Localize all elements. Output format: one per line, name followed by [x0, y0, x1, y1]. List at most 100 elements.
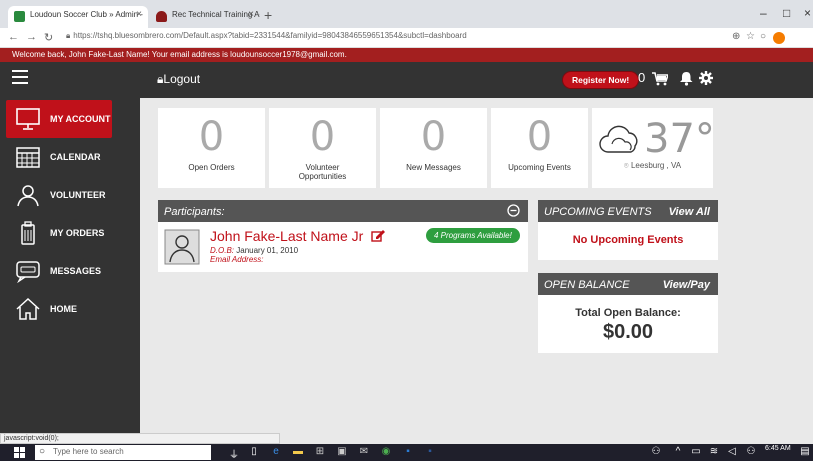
gear-icon[interactable]: [699, 71, 713, 85]
upcoming-events-title: UPCOMING EVENTS: [544, 206, 652, 218]
view-all-link[interactable]: View All: [669, 206, 710, 218]
forward-arrow-icon[interactable]: →: [26, 31, 37, 43]
participant-name[interactable]: John Fake-Last Name Jr: [210, 228, 386, 244]
action-center-icon[interactable]: ▤: [799, 446, 811, 458]
app-grid-icon[interactable]: ⊞: [314, 446, 326, 458]
chrome-icon[interactable]: ◉: [380, 446, 392, 458]
stat-value: 0: [420, 114, 447, 160]
edit-pencil-icon[interactable]: [371, 229, 386, 242]
upcoming-events-header: UPCOMING EVENTS View All: [538, 200, 718, 222]
site-header: 🔒︎Logout Register Now! 0: [0, 62, 813, 98]
stat-value: 0: [526, 114, 553, 160]
battery-icon[interactable]: ▭: [690, 446, 702, 458]
stat-card-upcoming-events[interactable]: 0 Upcoming Events: [491, 108, 588, 188]
people-icon[interactable]: ⚇: [650, 446, 662, 458]
location-pin-icon: ⌾: [623, 161, 629, 170]
task-view-icon[interactable]: ▯: [248, 446, 260, 458]
stat-label: Upcoming Events: [508, 163, 571, 172]
stat-card-new-messages[interactable]: 0 New Messages: [380, 108, 487, 188]
monitor-icon: [16, 108, 40, 130]
close-window-icon[interactable]: ×: [804, 6, 811, 20]
clipboard-icon: [21, 221, 35, 245]
person-icon: [17, 185, 39, 207]
search-icon: ○: [39, 446, 46, 457]
stat-card-open-orders[interactable]: 0 Open Orders: [158, 108, 265, 188]
dob-value: January 01, 2010: [236, 246, 299, 255]
stat-value: 0: [309, 114, 336, 160]
sidebar-item-label: MESSAGES: [50, 266, 102, 276]
sidebar-item-calendar[interactable]: CALENDAR: [6, 138, 112, 176]
hamburger-menu-icon[interactable]: [12, 70, 28, 84]
sidebar: MY ACCOUNT CALENDAR VOLUNTEER MY ORDERS …: [0, 98, 140, 433]
search-placeholder: Type here to search: [53, 447, 124, 456]
collapse-minus-icon[interactable]: [507, 204, 520, 217]
clock-time: 6:45 AM: [765, 445, 791, 452]
sidebar-item-my-account[interactable]: MY ACCOUNT: [6, 100, 112, 138]
site-favicon-icon: [14, 11, 25, 22]
stat-label: Volunteer Opportunities: [298, 163, 347, 181]
microphone-icon[interactable]: ⏚: [228, 446, 240, 461]
register-now-button[interactable]: Register Now!: [562, 71, 640, 89]
bookmark-star-icon[interactable]: ☆: [746, 31, 755, 42]
cloudy-weather-icon: [599, 125, 638, 153]
calendar-icon: [16, 147, 40, 168]
browser-tab-admin[interactable]: Loudoun Soccer Club » Admin - ×: [8, 6, 148, 28]
reload-icon[interactable]: ↻: [44, 31, 53, 44]
weather-location: ⌾ Leesburg , VA: [592, 161, 713, 171]
volume-icon[interactable]: ◁: [726, 446, 738, 458]
logout-label: Logout: [163, 72, 201, 86]
weather-location-text: Leesburg , VA: [630, 161, 682, 170]
sidebar-item-messages[interactable]: MESSAGES: [6, 252, 112, 290]
chat-icon: [16, 261, 40, 283]
participant-name-text: John Fake-Last Name Jr: [210, 228, 364, 244]
weather-card: 37° ⌾ Leesburg , VA: [592, 108, 715, 188]
browser-status-bar: javascript:void(0);: [0, 433, 280, 444]
url-field[interactable]: 🔒︎ https://tshq.bluesombrero.com/Default.…: [66, 31, 746, 41]
url-text: https://tshq.bluesombrero.com/Default.as…: [73, 31, 467, 40]
sidebar-item-home[interactable]: HOME: [6, 290, 112, 328]
sidebar-item-label: MY ORDERS: [50, 228, 105, 238]
tab-label: Loudoun Soccer Club » Admin -: [30, 10, 143, 19]
participant-dob: D.O.B: January 01, 2010: [210, 246, 298, 255]
notification-people-icon[interactable]: ⚇: [745, 446, 757, 458]
logout-button[interactable]: 🔒︎Logout: [157, 72, 200, 87]
extension-icon[interactable]: ○: [760, 31, 766, 42]
bell-icon[interactable]: [680, 71, 693, 86]
outlook-icon[interactable]: ▪: [402, 446, 414, 458]
stat-card-volunteer[interactable]: 0 Volunteer Opportunities: [269, 108, 376, 188]
lock-icon: 🔒︎: [66, 31, 71, 40]
browser-tab-rec[interactable]: Rec Technical Training Academy ×: [150, 6, 260, 28]
taskbar-search-input[interactable]: ○ Type here to search: [35, 445, 211, 460]
sidebar-item-volunteer[interactable]: VOLUNTEER: [6, 176, 112, 214]
view-pay-link[interactable]: View/Pay: [663, 279, 710, 291]
email-label: Email Address:: [210, 255, 264, 264]
minimize-icon[interactable]: –: [760, 6, 767, 20]
programs-available-button[interactable]: 4 Programs Available!: [426, 228, 520, 243]
dob-label: D.O.B:: [210, 246, 235, 255]
participant-row: John Fake-Last Name Jr D.O.B: January 01…: [158, 222, 528, 272]
stat-value: 0: [198, 114, 225, 160]
store-icon[interactable]: ▣: [336, 446, 348, 458]
word-icon[interactable]: ▪: [424, 446, 436, 458]
windows-start-icon[interactable]: [14, 447, 25, 458]
total-open-balance-amount: $0.00: [602, 321, 654, 343]
cart-icon[interactable]: [652, 72, 668, 86]
profile-avatar-icon[interactable]: [773, 32, 785, 44]
network-icon[interactable]: ≋: [708, 446, 720, 458]
mail-icon[interactable]: ✉: [358, 446, 370, 458]
sidebar-item-label: CALENDAR: [50, 152, 101, 162]
file-explorer-icon[interactable]: ▬: [292, 446, 304, 458]
close-tab-icon[interactable]: ×: [248, 9, 254, 20]
zoom-icon[interactable]: ⊕: [732, 31, 740, 42]
tray-chevron-up-icon[interactable]: ^: [672, 446, 684, 458]
taskbar-clock[interactable]: 6:45 AM: [765, 445, 791, 452]
participants-header: Participants:: [158, 200, 528, 222]
back-arrow-icon[interactable]: ←: [8, 31, 19, 43]
open-balance-body: Total Open Balance: $0.00: [538, 295, 718, 353]
maximize-icon[interactable]: □: [783, 6, 790, 20]
edge-browser-icon[interactable]: e: [270, 446, 282, 458]
close-tab-icon[interactable]: ×: [136, 9, 142, 20]
new-tab-icon[interactable]: +: [264, 7, 272, 23]
sidebar-item-my-orders[interactable]: MY ORDERS: [6, 214, 112, 252]
browser-tab-bar: Loudoun Soccer Club » Admin - × Rec Tech…: [0, 0, 813, 28]
